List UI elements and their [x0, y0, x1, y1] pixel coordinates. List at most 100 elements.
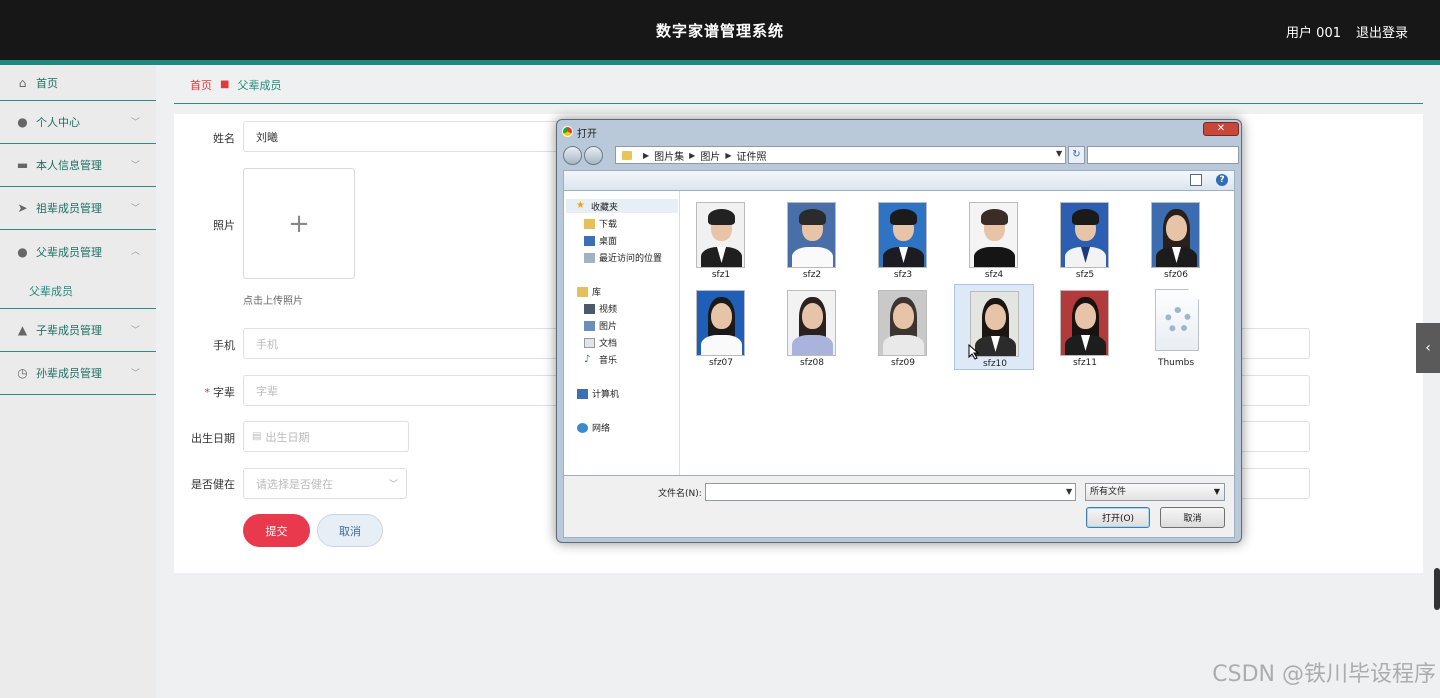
photo-thumbnail: [787, 290, 836, 356]
user-icon: ●: [17, 244, 28, 259]
navigation-tree: ★ 收藏夹 下载 桌面 最近访问的位置 库 视频 图片 文档 ♪ 音乐 计算机 …: [564, 191, 680, 475]
preview-pane-icon[interactable]: [1190, 174, 1202, 186]
path-dropdown-icon[interactable]: ▼: [1056, 149, 1062, 158]
tree-label: 下载: [599, 220, 618, 230]
sidebar-item-home[interactable]: ⌂ 首页: [0, 65, 156, 101]
sidebar-item-personal-center[interactable]: ● 个人中心 ﹀: [0, 101, 156, 144]
refresh-icon: ↻: [1072, 149, 1081, 160]
sidebar-item-label: 父辈成员管理: [36, 245, 102, 259]
path-bar[interactable]: ▶ 图片集 ▶ 图片 ▶ 证件照: [615, 146, 1066, 164]
photo-thumbnail: [969, 202, 1018, 268]
file-thumbnail[interactable]: Thumbs: [1136, 284, 1216, 370]
filename-input[interactable]: [705, 483, 1076, 501]
right-field-4[interactable]: [1236, 468, 1310, 499]
path-segment[interactable]: 图片集: [654, 148, 684, 163]
file-name: sfz11: [1072, 358, 1098, 368]
alive-select[interactable]: 请选择是否健在 ﹀: [243, 468, 407, 499]
tree-item-network[interactable]: 网络: [577, 421, 610, 434]
file-name: sfz2: [802, 270, 822, 280]
file-thumbnail[interactable]: sfz1: [681, 196, 761, 282]
watermark: CSDN @铁川毕设程序: [1212, 662, 1436, 687]
tree-item-videos[interactable]: 视频: [584, 302, 617, 315]
tree-label: 最近访问的位置: [599, 254, 663, 264]
music-icon: ♪: [584, 353, 591, 365]
photo-thumbnail: [696, 290, 745, 356]
top-header: 数字家谱管理系统 用户 001 退出登录: [0, 0, 1440, 60]
tree-label: 计算机: [592, 390, 620, 400]
file-thumbnail-selected[interactable]: sfz10: [954, 284, 1034, 370]
breadcrumb-home[interactable]: 首页: [190, 77, 212, 93]
file-name: sfz3: [893, 270, 913, 280]
path-segment[interactable]: 证件照: [736, 148, 766, 163]
name-field[interactable]: 刘曦: [243, 121, 563, 152]
scrollbar[interactable]: [1434, 568, 1440, 610]
chevron-up-icon: ︿: [130, 247, 140, 257]
sidebar-item-grandchildren[interactable]: ◷ 孙辈成员管理 ﹀: [0, 352, 156, 395]
breadcrumb-current: 父辈成员: [237, 78, 282, 92]
birth-date-field[interactable]: ▤ 出生日期: [243, 421, 409, 452]
tree-item-library[interactable]: 库: [577, 285, 601, 298]
dialog-cancel-button[interactable]: 取消: [1160, 507, 1225, 528]
tree-item-recent[interactable]: 最近访问的位置: [584, 251, 662, 264]
dialog-title: 打开: [577, 129, 597, 140]
submit-button[interactable]: 提交: [243, 514, 310, 547]
file-thumbnail[interactable]: sfz11: [1045, 284, 1125, 370]
library-icon: [577, 286, 588, 297]
phone-field[interactable]: 手机: [243, 328, 563, 359]
right-field-3[interactable]: [1236, 421, 1310, 452]
sidebar-item-self-info[interactable]: ▬ 本人信息管理 ﹀: [0, 144, 156, 187]
file-thumbnail[interactable]: sfz2: [772, 196, 852, 282]
sidebar-item-label: 首页: [36, 76, 58, 90]
file-thumbnail[interactable]: sfz06: [1136, 196, 1216, 282]
path-segment[interactable]: 图片: [700, 148, 720, 163]
zibei-field[interactable]: 字辈: [243, 375, 563, 406]
dialog-nav-bar: ▶ 图片集 ▶ 图片 ▶ 证件照 ▼ ↻: [563, 146, 1239, 166]
send-icon: ➤: [17, 201, 28, 215]
file-name: sfz4: [984, 270, 1004, 280]
right-field-2[interactable]: [1236, 375, 1310, 406]
file-thumbnail[interactable]: sfz5: [1045, 196, 1125, 282]
sidebar-subitem-parents[interactable]: 父辈成员: [0, 273, 156, 309]
forward-button[interactable]: [584, 146, 603, 165]
path-arrow-icon: ▶: [689, 150, 696, 160]
photo-upload-button[interactable]: +: [243, 168, 355, 279]
search-input[interactable]: [1087, 146, 1239, 164]
file-thumbnail[interactable]: sfz08: [772, 284, 852, 370]
sidebar: ⌂ 首页 ● 个人中心 ﹀ ▬ 本人信息管理 ﹀ ➤ 祖辈成员管理 ﹀ ● 父辈…: [0, 65, 156, 698]
current-user[interactable]: 用户 001: [1286, 22, 1341, 41]
filetype-value: 所有文件: [1090, 487, 1127, 497]
file-thumbnail[interactable]: sfz07: [681, 284, 761, 370]
cancel-button[interactable]: 取消: [317, 514, 383, 547]
help-icon[interactable]: ?: [1216, 174, 1228, 186]
open-button[interactable]: 打开(O): [1086, 507, 1150, 528]
file-open-dialog: 打开 ✕ ▶ 图片集 ▶ 图片 ▶ 证件照 ▼ ↻ ? ★ 收藏夹 下载 桌面 …: [556, 119, 1242, 543]
file-thumbnail[interactable]: sfz09: [863, 284, 943, 370]
refresh-button[interactable]: ↻: [1068, 146, 1085, 164]
filetype-select[interactable]: 所有文件 ▼: [1085, 483, 1225, 501]
tree-item-desktop[interactable]: 桌面: [584, 234, 617, 247]
right-field-1[interactable]: [1236, 328, 1310, 359]
tree-item-documents[interactable]: 文档: [584, 336, 617, 349]
path-arrow-icon: ▶: [725, 150, 732, 160]
file-thumbnail[interactable]: sfz4: [954, 196, 1034, 282]
file-name: sfz08: [799, 358, 825, 368]
tree-label: 网络: [592, 424, 611, 434]
file-thumbnail[interactable]: sfz3: [863, 196, 943, 282]
sidebar-item-children[interactable]: ▲ 子辈成员管理 ﹀: [0, 309, 156, 352]
logout-link[interactable]: 退出登录: [1356, 22, 1408, 41]
file-name: sfz1: [711, 270, 731, 280]
side-collapse-button[interactable]: ‹: [1416, 323, 1440, 373]
tree-item-favorites[interactable]: ★ 收藏夹: [566, 199, 678, 213]
tree-item-pictures[interactable]: 图片: [584, 319, 617, 332]
sidebar-item-grandparents[interactable]: ➤ 祖辈成员管理 ﹀: [0, 187, 156, 230]
tree-item-computer[interactable]: 计算机: [577, 387, 619, 400]
sidebar-item-label: 个人中心: [36, 116, 80, 129]
tree-item-downloads[interactable]: 下载: [584, 217, 617, 230]
close-button[interactable]: ✕: [1203, 122, 1239, 136]
tree-item-music[interactable]: ♪ 音乐: [584, 353, 617, 366]
desktop-icon: [584, 235, 595, 246]
back-button[interactable]: [563, 146, 582, 165]
zibei-label: * 字辈: [204, 386, 236, 399]
sidebar-item-parents[interactable]: ● 父辈成员管理 ︿: [0, 230, 156, 273]
filename-dropdown-icon[interactable]: ▼: [1066, 487, 1072, 496]
